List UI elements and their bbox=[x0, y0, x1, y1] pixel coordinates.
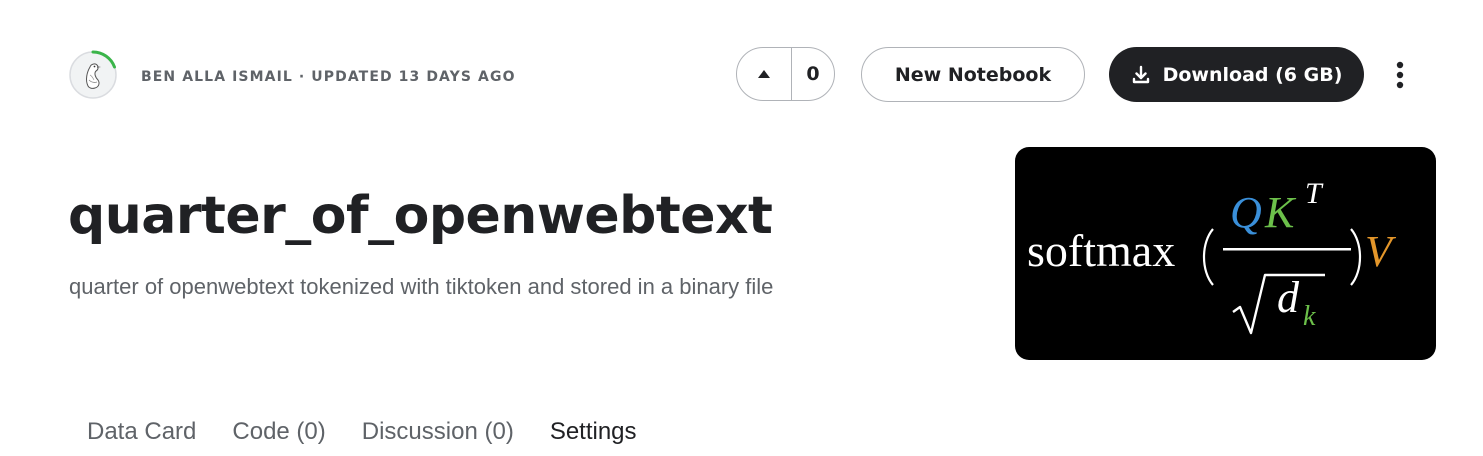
tab-settings[interactable]: Settings bbox=[532, 410, 655, 456]
formula-q: Q bbox=[1230, 188, 1262, 237]
download-icon bbox=[1131, 65, 1151, 85]
dataset-cover-image: softmax Q K T d k V bbox=[1015, 147, 1436, 360]
goose-avatar-icon bbox=[69, 50, 117, 99]
formula-t: T bbox=[1305, 177, 1324, 210]
tab-code[interactable]: Code (0) bbox=[214, 410, 343, 456]
more-options-button[interactable] bbox=[1386, 56, 1414, 94]
owner-avatar[interactable] bbox=[68, 50, 118, 100]
formula-k: K bbox=[1264, 188, 1297, 237]
tab-data-card[interactable]: Data Card bbox=[69, 410, 214, 456]
download-button[interactable]: Download (6 GB) bbox=[1109, 47, 1364, 102]
download-label: Download (6 GB) bbox=[1162, 63, 1343, 86]
new-notebook-button[interactable]: New Notebook bbox=[861, 47, 1085, 102]
formula-v: V bbox=[1365, 227, 1397, 276]
dataset-subtitle: quarter of openwebtext tokenized with ti… bbox=[69, 274, 774, 299]
upvote-button[interactable] bbox=[737, 48, 792, 100]
tab-discussion[interactable]: Discussion (0) bbox=[344, 410, 532, 456]
page-title: quarter_of_openwebtext bbox=[68, 186, 773, 246]
upvote-group: 0 bbox=[736, 47, 835, 101]
vote-count: 0 bbox=[806, 63, 820, 85]
formula-subscript-k: k bbox=[1303, 301, 1316, 332]
formula-softmax: softmax bbox=[1027, 225, 1175, 276]
fraction-bar bbox=[1223, 248, 1351, 251]
dataset-tabs: Data Card Code (0) Discussion (0) Settin… bbox=[69, 410, 655, 456]
vertical-dots-icon bbox=[1396, 61, 1404, 89]
owner-and-updated-text[interactable]: BEN ALLA ISMAIL · UPDATED 13 DAYS AGO bbox=[141, 69, 516, 85]
attention-formula-image: softmax Q K T d k V bbox=[1027, 177, 1397, 335]
formula-d: d bbox=[1277, 273, 1300, 322]
triangle-up-icon bbox=[758, 70, 770, 78]
